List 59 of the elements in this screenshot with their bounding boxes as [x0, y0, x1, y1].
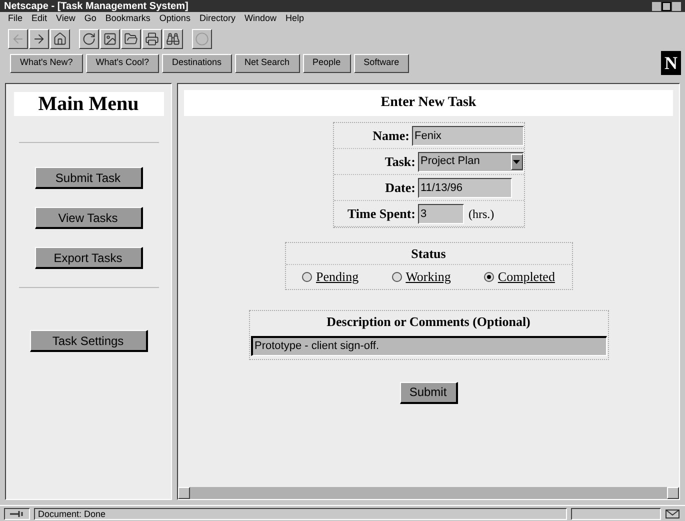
minimize-icon[interactable]: [652, 2, 661, 10]
form-heading: Enter New Task: [184, 90, 673, 116]
status-heading: Status: [286, 243, 572, 265]
forward-icon[interactable]: [29, 29, 49, 49]
radio-icon[interactable]: [392, 272, 402, 282]
radio-icon[interactable]: [484, 272, 494, 282]
window-title: Netscape - [Task Management System]: [4, 0, 188, 14]
menu-item[interactable]: Help: [285, 12, 304, 26]
field-label: Name:: [372, 126, 410, 145]
close-icon[interactable]: [672, 2, 681, 10]
home-icon[interactable]: [50, 29, 70, 49]
menu-button[interactable]: Export Tasks: [34, 247, 142, 269]
menu-item[interactable]: Edit: [32, 12, 48, 26]
menu-button[interactable]: Submit Task: [34, 167, 142, 189]
menu-item[interactable]: Directory: [199, 12, 236, 26]
directory-button[interactable]: What's Cool?: [86, 54, 159, 72]
menu-button[interactable]: Task Settings: [30, 330, 148, 352]
scroll-right-icon[interactable]: [667, 487, 679, 499]
menu-button[interactable]: Submit: [400, 382, 458, 404]
main-menu-heading: Main Menu: [14, 92, 164, 116]
field-label: Task:: [384, 152, 416, 171]
task-dropdown[interactable]: Project Plan: [418, 152, 524, 172]
binoculars-icon[interactable]: [163, 29, 183, 49]
text-field[interactable]: 11/13/96: [418, 178, 512, 198]
status-text: Document: Done: [34, 508, 567, 520]
mail-icon[interactable]: [665, 508, 681, 518]
reload-icon[interactable]: [79, 29, 99, 49]
description-heading: Description or Comments (Optional): [326, 313, 532, 331]
text-field[interactable]: Fenix: [412, 126, 524, 146]
menu-item[interactable]: Options: [159, 12, 190, 26]
security-key-icon: [4, 508, 30, 520]
unit-label: (hrs.): [468, 206, 494, 222]
directory-button[interactable]: Software: [354, 54, 410, 72]
directory-button[interactable]: What's New?: [10, 54, 83, 72]
directory-button[interactable]: Net Search: [234, 54, 300, 72]
horizontal-scrollbar[interactable]: [178, 487, 679, 499]
field-label: Date:: [384, 178, 416, 197]
radio-icon[interactable]: [302, 272, 312, 282]
scroll-left-icon[interactable]: [178, 487, 190, 499]
menu-item[interactable]: View: [56, 12, 76, 26]
menu-button[interactable]: View Tasks: [34, 207, 142, 229]
directory-button[interactable]: People: [302, 54, 351, 72]
menu-item[interactable]: Window: [244, 12, 276, 26]
menu-item[interactable]: Go: [84, 12, 96, 26]
status-radio[interactable]: Pending: [302, 267, 359, 287]
dropdown-value: Project Plan: [420, 154, 480, 170]
description-field[interactable]: Prototype - client sign-off.: [250, 336, 606, 356]
directory-button[interactable]: Destinations: [162, 54, 232, 72]
menu-item[interactable]: Bookmarks: [105, 12, 150, 26]
text-field[interactable]: 3: [418, 204, 464, 224]
print-icon[interactable]: [142, 29, 162, 49]
folder-icon[interactable]: [121, 29, 141, 49]
menu-item[interactable]: File: [8, 12, 23, 26]
netscape-logo: N: [661, 51, 681, 75]
maximize-icon[interactable]: [662, 2, 671, 10]
image-icon[interactable]: [100, 29, 120, 49]
field-label: Time Spent:: [346, 204, 416, 223]
status-radio[interactable]: Completed: [484, 267, 555, 287]
status-radio[interactable]: Working: [392, 267, 451, 287]
